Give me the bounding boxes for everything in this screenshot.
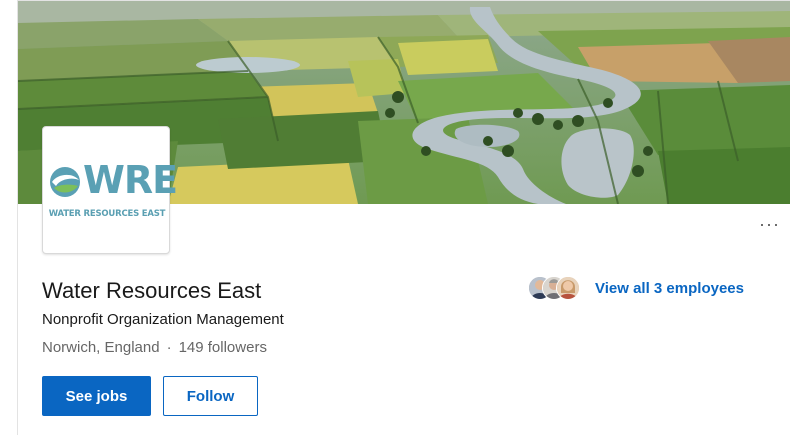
- follow-button[interactable]: Follow: [163, 376, 258, 416]
- view-employees-label[interactable]: View all 3 employees: [595, 280, 744, 297]
- avatar: [556, 276, 580, 300]
- view-employees-link[interactable]: View all 3 employees: [528, 273, 744, 303]
- company-card: WRE WATER RESOURCES EAST ··· Water Resou…: [17, 0, 790, 435]
- more-options-button[interactable]: ···: [759, 215, 780, 233]
- see-jobs-button[interactable]: See jobs: [42, 376, 151, 416]
- follower-count[interactable]: 149 followers: [179, 339, 267, 356]
- company-location: Norwich, England: [42, 339, 160, 356]
- company-logo: WRE WATER RESOURCES EAST: [42, 126, 178, 254]
- company-meta: Norwich, England · 149 followers: [42, 339, 267, 357]
- meta-separator: ·: [166, 339, 172, 356]
- company-name: Water Resources East: [42, 278, 262, 303]
- company-industry: Nonprofit Organization Management: [42, 311, 284, 328]
- logo-caption: WATER RESOURCES EAST: [48, 209, 166, 219]
- logo-wordmark: WRE: [83, 158, 178, 202]
- employee-avatars: [528, 273, 588, 303]
